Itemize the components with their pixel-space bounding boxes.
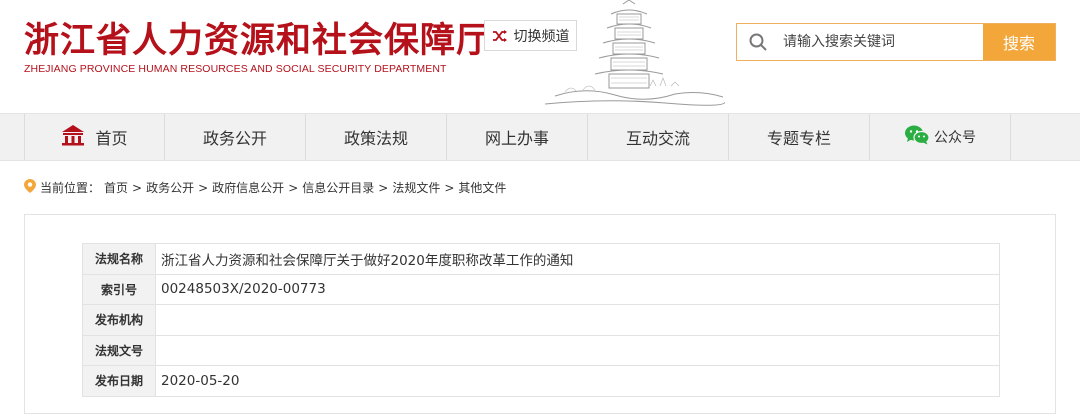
wechat-icon: [904, 124, 930, 150]
meta-value: 浙江省人力资源和社会保障厅关于做好2020年度职称改革工作的通知: [155, 243, 1000, 275]
nav-item-online-services[interactable]: 网上办事: [447, 114, 588, 160]
nav-item-wechat[interactable]: 公众号: [870, 114, 1011, 160]
breadcrumb-item[interactable]: 首页: [104, 179, 128, 196]
table-row: 发布日期 2020-05-20: [82, 365, 1000, 397]
breadcrumb-separator: >: [198, 180, 209, 195]
meta-value: 2020-05-20: [155, 365, 1000, 397]
table-row: 法规名称 浙江省人力资源和社会保障厅关于做好2020年度职称改革工作的通知: [82, 243, 1000, 275]
search-box: 搜索: [736, 23, 1056, 61]
meta-value: [155, 304, 1000, 336]
document-metadata-table: 法规名称 浙江省人力资源和社会保障厅关于做好2020年度职称改革工作的通知 索引…: [82, 243, 1000, 397]
meta-label: 发布机构: [82, 304, 156, 336]
site-subtitle: ZHEJIANG PROVINCE HUMAN RESOURCES AND SO…: [24, 63, 447, 75]
search-button[interactable]: 搜索: [983, 24, 1055, 60]
meta-label: 索引号: [82, 273, 156, 305]
breadcrumb-item[interactable]: 法规文件: [392, 179, 440, 196]
meta-value: [155, 334, 1000, 366]
meta-value: 00248503X/2020-00773: [155, 273, 1000, 305]
nav-item-special-topics[interactable]: 专题专栏: [729, 114, 870, 160]
home-icon: [61, 124, 85, 150]
nav-item-interaction[interactable]: 互动交流: [588, 114, 729, 160]
nav-item-home[interactable]: 首页: [24, 114, 165, 160]
nav-label: 政策法规: [343, 129, 408, 148]
nav-item-government-affairs[interactable]: 政务公开: [165, 114, 306, 160]
table-row: 发布机构: [82, 304, 1000, 336]
nav-label-home: 首页: [95, 129, 128, 148]
search-input[interactable]: [779, 24, 983, 60]
breadcrumb-item[interactable]: 信息公开目录: [302, 179, 374, 196]
nav-label-wechat: 公众号: [934, 130, 976, 146]
breadcrumb-item[interactable]: 政府信息公开: [212, 179, 284, 196]
meta-label: 法规名称: [82, 243, 156, 275]
nav-label: 政务公开: [202, 129, 267, 148]
breadcrumb-separator: >: [444, 180, 455, 195]
meta-label: 发布日期: [82, 365, 156, 397]
breadcrumb-separator: >: [288, 180, 299, 195]
nav-label: 网上办事: [484, 129, 549, 148]
breadcrumb-prefix: 当前位置：: [40, 181, 101, 195]
main-nav: 首页 政务公开 政策法规 网上办事 互动交流 专题专栏 公众号: [0, 113, 1080, 161]
search-icon: [737, 24, 779, 60]
breadcrumb-item[interactable]: 其他文件: [458, 179, 506, 196]
site-header: 浙江省人力资源和社会保障厅 ZHEJIANG PROVINCE HUMAN RE…: [0, 0, 1080, 113]
nav-label: 互动交流: [625, 129, 690, 148]
table-row: 法规文号: [82, 334, 1000, 366]
nav-item-policies[interactable]: 政策法规: [306, 114, 447, 160]
nav-label: 专题专栏: [766, 129, 831, 148]
shuffle-icon: [492, 29, 508, 43]
breadcrumb-separator: >: [132, 180, 143, 195]
meta-label: 法规文号: [82, 334, 156, 366]
content-panel: 法规名称 浙江省人力资源和社会保障厅关于做好2020年度职称改革工作的通知 索引…: [24, 214, 1056, 414]
pagoda-illustration: [545, 0, 725, 106]
location-pin-icon: [24, 179, 36, 196]
site-title[interactable]: 浙江省人力资源和社会保障厅: [24, 12, 492, 63]
table-row: 索引号 00248503X/2020-00773: [82, 273, 1000, 305]
breadcrumb-separator: >: [378, 180, 389, 195]
breadcrumb: 当前位置： 首页 > 政务公开 > 政府信息公开 > 信息公开目录 > 法规文件…: [24, 179, 506, 196]
breadcrumb-item[interactable]: 政务公开: [146, 179, 194, 196]
